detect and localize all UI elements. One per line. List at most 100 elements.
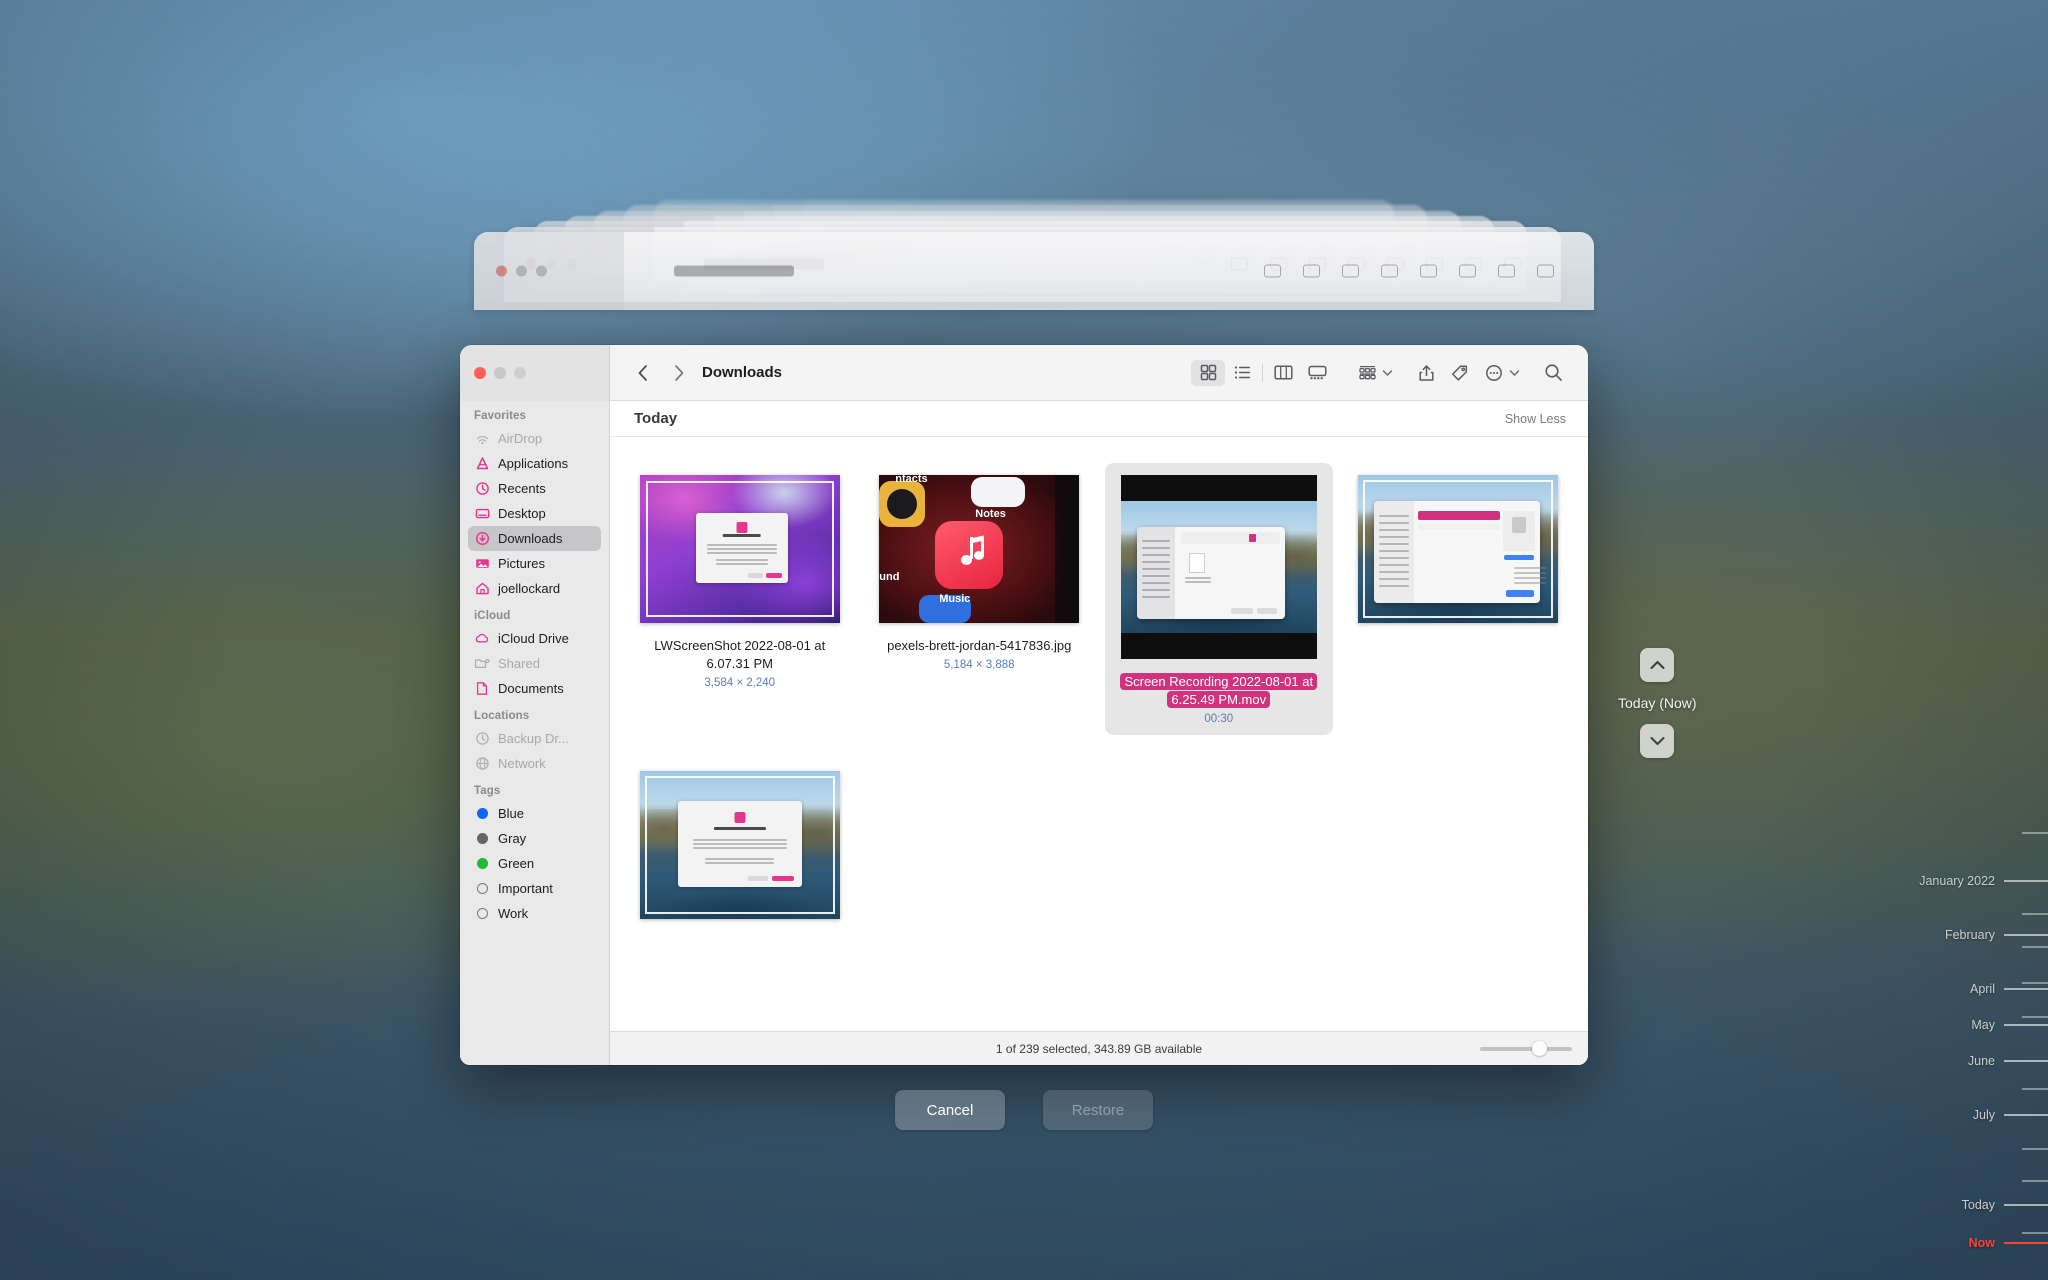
file-thumbnail[interactable] — [1120, 475, 1317, 659]
file-grid[interactable]: LWScreenShot 2022-08-01 at 6.07.31 PM 3,5… — [610, 437, 1588, 1031]
timeline-tick-line — [2004, 988, 2048, 990]
recents-clock-icon — [474, 481, 490, 497]
sidebar-item-backup-dr[interactable]: Backup Dr... — [468, 726, 601, 751]
sidebar-item-icloud-drive[interactable]: iCloud Drive — [468, 626, 601, 651]
timeline-tick-january-2022[interactable]: January 2022 — [1848, 874, 2048, 888]
timeline-tick-minor[interactable] — [1848, 1232, 2048, 1234]
sidebar-item-airdrop[interactable]: AirDrop — [468, 426, 601, 451]
timeline-tick-minor[interactable] — [1848, 913, 2048, 915]
file-thumbnail[interactable] — [639, 475, 840, 623]
sidebar-item-label: Backup Dr... — [498, 731, 569, 746]
timeline-tick-minor[interactable] — [1848, 832, 2048, 834]
folder-title: Downloads — [702, 364, 783, 381]
timeline-tick-minor[interactable] — [1848, 1148, 2048, 1150]
chevron-down-icon-nav[interactable] — [1640, 724, 1675, 758]
sidebar-item-label: AirDrop — [498, 431, 543, 446]
file-meta: 00:30 — [1204, 713, 1234, 725]
more-ellipsis-icon[interactable] — [1477, 360, 1511, 386]
slider-knob[interactable] — [1532, 1041, 1547, 1056]
sidebar-item-label: iCloud Drive — [498, 631, 569, 646]
timeline-label: Today — [1961, 1198, 1995, 1212]
file-thumbnail-wrap[interactable] — [1345, 463, 1573, 633]
sidebar-item-label: Shared — [498, 656, 540, 671]
timeline-tick-line — [2004, 1024, 2048, 1026]
sidebar-item-blue[interactable]: Blue — [468, 801, 601, 826]
tag-icon[interactable] — [1443, 360, 1477, 386]
timeline-tick-may[interactable]: May — [1848, 1018, 2048, 1032]
finder-window: Favorites AirDrop Applications Recents Deskt… — [460, 345, 1588, 1065]
sidebar-item-important[interactable]: Important — [468, 876, 601, 901]
file-name[interactable]: pexels-brett-jordan-5417836.jpg — [887, 638, 1071, 653]
applications-icon — [474, 456, 490, 472]
sidebar-item-applications[interactable]: Applications — [468, 451, 601, 476]
gallery-view-icon[interactable] — [1300, 360, 1334, 386]
cloud-icon — [474, 631, 490, 647]
grid-view-icon[interactable] — [1191, 359, 1225, 386]
sidebar-item-downloads[interactable]: Downloads — [468, 526, 601, 551]
chevron-up-icon[interactable] — [1640, 648, 1675, 682]
sidebar-item-joellockard[interactable]: joellockard — [468, 576, 601, 601]
sidebar-item-label: Desktop — [498, 506, 546, 521]
sidebar-item-label: Downloads — [498, 531, 563, 546]
timeline-tick-line — [2004, 1242, 2048, 1244]
sidebar[interactable]: Favorites AirDrop Applications Recents Deskt… — [460, 345, 610, 1065]
timeline-tick-line — [2004, 934, 2048, 936]
timeline-tick-july[interactable]: July — [1848, 1108, 2048, 1122]
file-thumbnail[interactable] — [639, 771, 840, 919]
timeline-tick-minor[interactable] — [1848, 1088, 2048, 1090]
sidebar-group-locations: Locations — [474, 710, 530, 722]
share-icon[interactable] — [1409, 360, 1443, 386]
section-title: Today — [634, 410, 678, 427]
file-item[interactable]: LWScreenShot 2022-08-01 at 6.07.31 PM 3,5… — [620, 453, 860, 749]
cancel-button[interactable]: Cancel — [895, 1090, 1005, 1130]
file-item[interactable]: Notes Music ntacts und pexels-brett-jordan-5… — [860, 453, 1100, 749]
file-thumbnail[interactable] — [1358, 475, 1559, 623]
sidebar-item-pictures[interactable]: Pictures — [468, 551, 601, 576]
show-less-link[interactable]: Show Less — [1505, 412, 1566, 426]
timeline-tick-june[interactable]: June — [1848, 1054, 2048, 1068]
file-thumbnail-wrap[interactable]: Screen Recording 2022-08-01 at 6.25.49 P… — [1105, 463, 1333, 735]
sidebar-item-shared[interactable]: Shared — [468, 651, 601, 676]
file-name[interactable]: Screen Recording 2022-08-01 at 6.25.49 P… — [1120, 673, 1318, 708]
sidebar-group-tags: Tags — [474, 785, 501, 797]
file-thumbnail[interactable]: Notes Music ntacts und — [879, 475, 1080, 623]
sidebar-item-green[interactable]: Green — [468, 851, 601, 876]
file-item[interactable] — [620, 749, 860, 943]
timeline-tick-april[interactable]: April — [1848, 982, 2048, 996]
timeline-label: June — [1967, 1054, 1995, 1068]
timeline-scale[interactable]: January 2022 February April May June July Toda… — [1848, 0, 2048, 1280]
chevron-down-icon-more[interactable] — [1509, 364, 1520, 382]
sidebar-item-gray[interactable]: Gray — [468, 826, 601, 851]
file-thumbnail-wrap[interactable] — [626, 759, 854, 929]
timeline-tick-now[interactable]: Now — [1848, 1236, 2048, 1250]
file-name[interactable]: LWScreenShot 2022-08-01 at 6.07.31 PM — [654, 638, 825, 671]
column-view-icon[interactable] — [1266, 360, 1300, 386]
timeline-tick-february[interactable]: February — [1848, 928, 2048, 942]
list-view-icon[interactable] — [1225, 360, 1259, 386]
file-item[interactable]: Screen Recording 2022-08-01 at 6.25.49 P… — [1099, 453, 1339, 749]
sidebar-item-recents[interactable]: Recents — [468, 476, 601, 501]
thumbnail-size-slider[interactable] — [1480, 1041, 1572, 1057]
sidebar-item-work[interactable]: Work — [468, 901, 601, 926]
timeline-tick-line — [2004, 1114, 2048, 1116]
search-icon[interactable] — [1536, 360, 1570, 386]
sidebar-item-documents[interactable]: Documents — [468, 676, 601, 701]
file-thumbnail-wrap[interactable]: Notes Music ntacts und pexels-brett-jordan-5… — [866, 463, 1094, 681]
forward-button[interactable] — [666, 360, 692, 386]
timeline-tick-today[interactable]: Today — [1848, 1198, 2048, 1212]
file-thumbnail-wrap[interactable]: LWScreenShot 2022-08-01 at 6.07.31 PM 3,5… — [626, 463, 854, 699]
timeline-tick-minor[interactable] — [1848, 946, 2048, 948]
sidebar-item-network[interactable]: Network — [468, 751, 601, 776]
snapshot-navigation: Today (Now) — [1618, 648, 1697, 758]
restore-button[interactable]: Restore — [1043, 1090, 1153, 1130]
timeline-label: Now — [1968, 1236, 1995, 1250]
file-item[interactable] — [1339, 453, 1579, 749]
sidebar-item-desktop[interactable]: Desktop — [468, 501, 601, 526]
sidebar-group-favorites: Favorites — [474, 410, 527, 422]
timeline-tick-minor[interactable] — [1848, 1180, 2048, 1182]
chevron-down-icon[interactable] — [1382, 364, 1393, 382]
group-by-icon[interactable] — [1350, 360, 1384, 386]
back-button[interactable] — [630, 360, 656, 386]
desktop-icon — [474, 506, 490, 522]
timeline-tick-line — [2022, 1148, 2048, 1150]
